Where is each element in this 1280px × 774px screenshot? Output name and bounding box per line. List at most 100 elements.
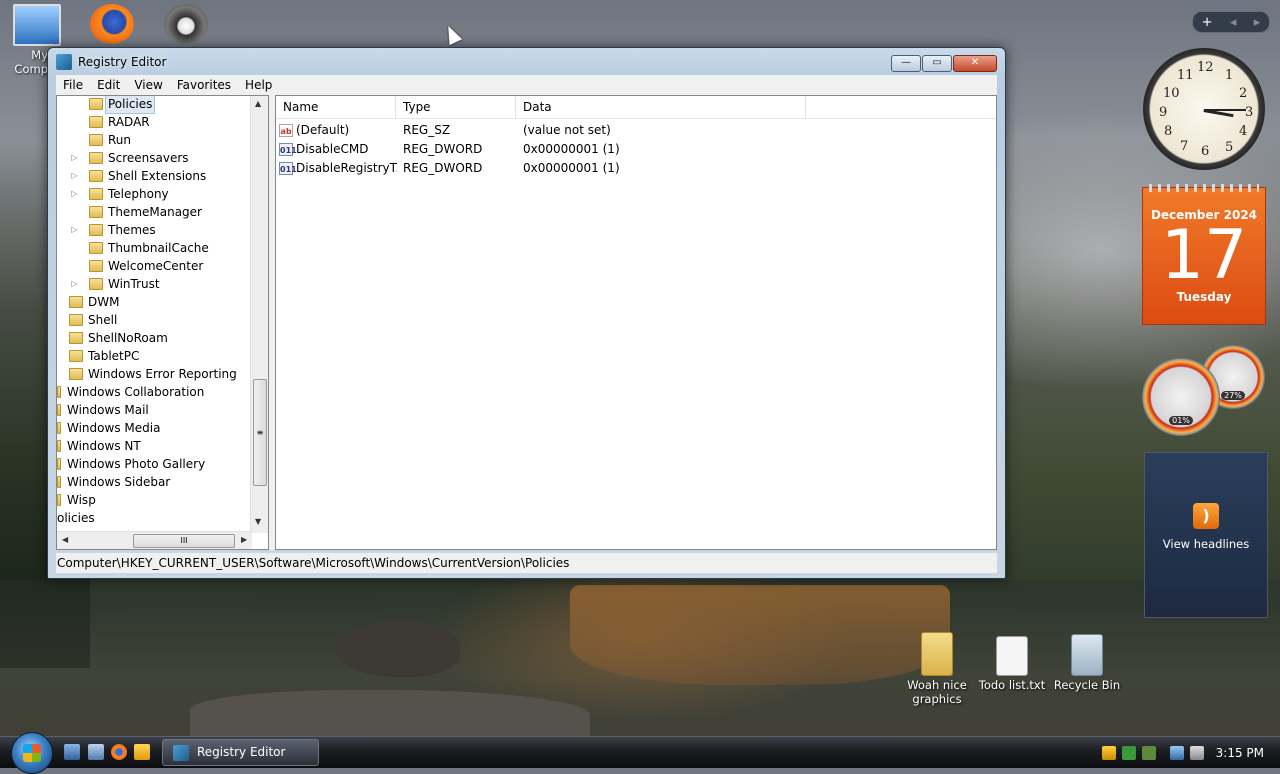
tree-item[interactable]: ▷ WinTrust — [70, 275, 159, 293]
tree-horizontal-scroll-thumb[interactable]: III — [133, 534, 235, 548]
tree-item[interactable]: ThumbnailCache — [70, 239, 209, 257]
tree-item[interactable]: Windows Error Reporting — [57, 365, 237, 383]
network-icon[interactable] — [1169, 745, 1184, 760]
menu-help[interactable]: Help — [238, 78, 279, 92]
tree-vertical-scroll-thumb[interactable]: ≡ — [253, 379, 267, 486]
tree-item[interactable]: Windows Collaboration — [57, 383, 204, 401]
tree-item-label: Windows Error Reporting — [88, 367, 237, 381]
close-button[interactable]: ✕ — [953, 55, 997, 72]
tree-item[interactable]: Windows NT — [57, 437, 141, 455]
expand-arrow-icon[interactable]: ▷ — [70, 221, 79, 239]
registry-value-row[interactable]: 011DisableRegistryT... REG_DWORD 0x0000000… — [276, 159, 996, 178]
value-name: DisableCMD — [296, 142, 369, 156]
menu-favorites[interactable]: Favorites — [170, 78, 238, 92]
scroll-right-arrow[interactable]: ▶ — [241, 535, 247, 544]
calendar-gadget[interactable]: December 2024 17 Tuesday — [1142, 184, 1266, 325]
tree-item-label: Windows Photo Gallery — [67, 457, 206, 471]
expand-arrow-icon[interactable]: ▷ — [70, 167, 79, 185]
panes: Policies RADAR Run ▷ Screensavers ▷ Shell Exte… — [56, 95, 997, 550]
tree-item[interactable]: DWM — [57, 293, 119, 311]
add-gadget-button[interactable]: + — [1202, 15, 1213, 30]
desktop-icon-todo[interactable]: Todo list.txt — [977, 636, 1047, 692]
tree-item[interactable]: Run — [70, 131, 131, 149]
registry-value-row[interactable]: 011DisableCMD REG_DWORD 0x00000001 (1) — [276, 140, 996, 159]
previous-gadgets-button[interactable]: ◂ — [1230, 15, 1237, 30]
tree-item-label: Shell Extensions — [108, 169, 207, 183]
expand-arrow-icon[interactable]: ▷ — [70, 185, 79, 203]
scroll-up-arrow[interactable]: ▲ — [255, 99, 261, 108]
media-player-icon[interactable] — [134, 744, 150, 760]
raccoon-icon[interactable] — [164, 4, 208, 44]
registry-editor-window[interactable]: Registry Editor — ▭ ✕ File Edit View Fav… — [47, 47, 1006, 579]
desktop-icon-folder[interactable]: Woah nice graphics — [902, 632, 972, 706]
folder-icon — [57, 494, 61, 506]
clock-numeral: 8 — [1164, 124, 1173, 139]
clock-time[interactable]: 3:15 PM — [1216, 746, 1264, 760]
tree-item-label: Windows Media — [67, 421, 161, 435]
tree-item[interactable]: Windows Mail — [57, 401, 149, 419]
switch-windows-icon[interactable] — [88, 744, 104, 760]
tree-item[interactable]: WelcomeCenter — [70, 257, 203, 275]
background-rock — [335, 622, 460, 677]
tree-item[interactable]: Windows Sidebar — [57, 473, 170, 491]
tree-item[interactable]: RADAR — [70, 113, 150, 131]
tree-item[interactable]: Windows Photo Gallery — [57, 455, 205, 473]
folder-icon — [69, 314, 83, 326]
security-shield-icon[interactable] — [1101, 745, 1116, 760]
tree-item-label: Screensavers — [108, 151, 189, 165]
tree-item[interactable]: ShellNoRoam — [57, 329, 168, 347]
column-type[interactable]: Type — [396, 96, 516, 118]
menu-edit[interactable]: Edit — [90, 78, 127, 92]
desktop-icon-label: Woah nice graphics — [907, 678, 967, 706]
maximize-button[interactable]: ▭ — [922, 55, 952, 72]
tree-item[interactable]: Windows Media — [57, 419, 160, 437]
tree-item-label: Wisp — [67, 493, 96, 507]
tree-horizontal-scrollbar[interactable]: ◀ III ▶ — [57, 531, 252, 549]
tree-item-label: Windows Mail — [67, 403, 149, 417]
menu-view[interactable]: View — [127, 78, 169, 92]
tree-item[interactable]: Wisp — [57, 491, 96, 509]
view-headlines-link[interactable]: View headlines — [1145, 537, 1267, 551]
firefox-quicklaunch-icon[interactable] — [111, 744, 127, 760]
minimize-button[interactable]: — — [891, 55, 921, 72]
folder-icon — [89, 224, 103, 236]
cpu-meter-gadget[interactable]: 01% — [1142, 358, 1220, 436]
tree-item[interactable]: ▷ Telephony — [70, 185, 168, 203]
column-data[interactable]: Data — [516, 96, 806, 118]
tree-vertical-scrollbar[interactable]: ▲ ≡ ▼ — [250, 96, 268, 533]
tree-item[interactable]: TabletPC — [57, 347, 139, 365]
firefox-icon[interactable] — [90, 4, 134, 44]
recycle-bin-icon — [1071, 634, 1103, 676]
menu-file[interactable]: File — [56, 78, 90, 92]
tree-item[interactable]: olicies — [57, 509, 95, 527]
tree-item-label: RADAR — [108, 115, 150, 129]
desktop-icon-recycle-bin[interactable]: Recycle Bin — [1052, 634, 1122, 692]
next-gadgets-button[interactable]: ▸ — [1254, 15, 1261, 30]
expand-arrow-icon[interactable]: ▷ — [70, 275, 79, 293]
tray-app-icon[interactable] — [1141, 745, 1156, 760]
tree-item[interactable]: ▷ Themes — [70, 221, 155, 239]
tree-item-label: WelcomeCenter — [108, 259, 204, 273]
clock-gadget[interactable]: 12 1 2 3 4 5 6 7 8 9 10 11 — [1143, 48, 1265, 170]
antivirus-check-icon[interactable] — [1121, 745, 1136, 760]
registry-value-row[interactable]: ab (Default) REG_SZ (value not set) — [276, 121, 996, 140]
tree-item[interactable]: ▷ Shell Extensions — [70, 167, 206, 185]
title-bar[interactable]: Registry Editor — ▭ ✕ — [48, 48, 1005, 76]
scroll-left-arrow[interactable]: ◀ — [62, 535, 68, 544]
scroll-down-arrow[interactable]: ▼ — [255, 517, 261, 526]
column-name[interactable]: Name — [276, 96, 396, 118]
binary-value-icon: 011 — [279, 143, 297, 156]
expand-arrow-icon[interactable]: ▷ — [70, 149, 79, 167]
values-list-pane[interactable]: Name Type Data ab (Default) REG_SZ (value n… — [275, 95, 997, 550]
tree-item[interactable]: ThemeManager — [70, 203, 202, 221]
tree-item[interactable]: ▷ Screensavers — [70, 149, 189, 167]
volume-muted-icon[interactable] — [1189, 745, 1204, 760]
key-tree-pane[interactable]: Policies RADAR Run ▷ Screensavers ▷ Shell Exte… — [56, 95, 269, 550]
tree-item[interactable]: Policies — [70, 96, 156, 114]
feed-headlines-gadget[interactable]: ) View headlines — [1144, 452, 1268, 618]
window-controls: — ▭ ✕ — [890, 55, 997, 72]
show-desktop-icon[interactable] — [64, 744, 80, 760]
tree-item-label: DWM — [88, 295, 120, 309]
tree-item[interactable]: Shell — [57, 311, 117, 329]
taskbar-registry-editor-button[interactable]: Registry Editor — [162, 739, 319, 766]
